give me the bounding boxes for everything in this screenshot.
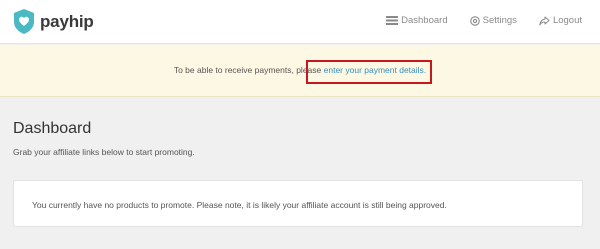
gear-icon xyxy=(469,15,480,26)
brand-home-link[interactable]: payhip xyxy=(14,9,94,34)
payment-details-link[interactable]: enter your payment details. xyxy=(324,65,427,75)
nav-dashboard-label: Dashboard xyxy=(401,15,448,26)
nav-settings-label: Settings xyxy=(482,15,517,26)
page-subtitle: Grab your affiliate links below to start… xyxy=(13,147,195,157)
page-title: Dashboard xyxy=(13,120,92,137)
heart-shield-icon xyxy=(14,9,34,34)
empty-state-message: You currently have no products to promot… xyxy=(32,200,447,210)
nav-logout-link[interactable]: Logout xyxy=(539,15,582,26)
payment-notice-text: To be able to receive payments, please e… xyxy=(0,65,600,75)
dashboard-main: Dashboard Grab your affiliate links belo… xyxy=(13,120,583,157)
nav-logout-label: Logout xyxy=(552,15,582,26)
payment-notice-message: To be able to receive payments, please xyxy=(173,65,324,75)
brand-name: payhip xyxy=(40,11,94,31)
nav-dashboard-link[interactable]: Dashboard xyxy=(386,15,448,26)
main-nav: Dashboard Settings Logout xyxy=(364,15,582,26)
logout-arrow-icon xyxy=(539,16,550,25)
top-nav-bar: payhip Dashboard Settings Logout xyxy=(0,0,600,44)
hamburger-menu-icon xyxy=(386,16,399,25)
affiliate-products-panel: You currently have no products to promot… xyxy=(13,180,583,227)
nav-settings-link[interactable]: Settings xyxy=(469,15,517,26)
payment-notice-banner: To be able to receive payments, please e… xyxy=(0,45,600,97)
